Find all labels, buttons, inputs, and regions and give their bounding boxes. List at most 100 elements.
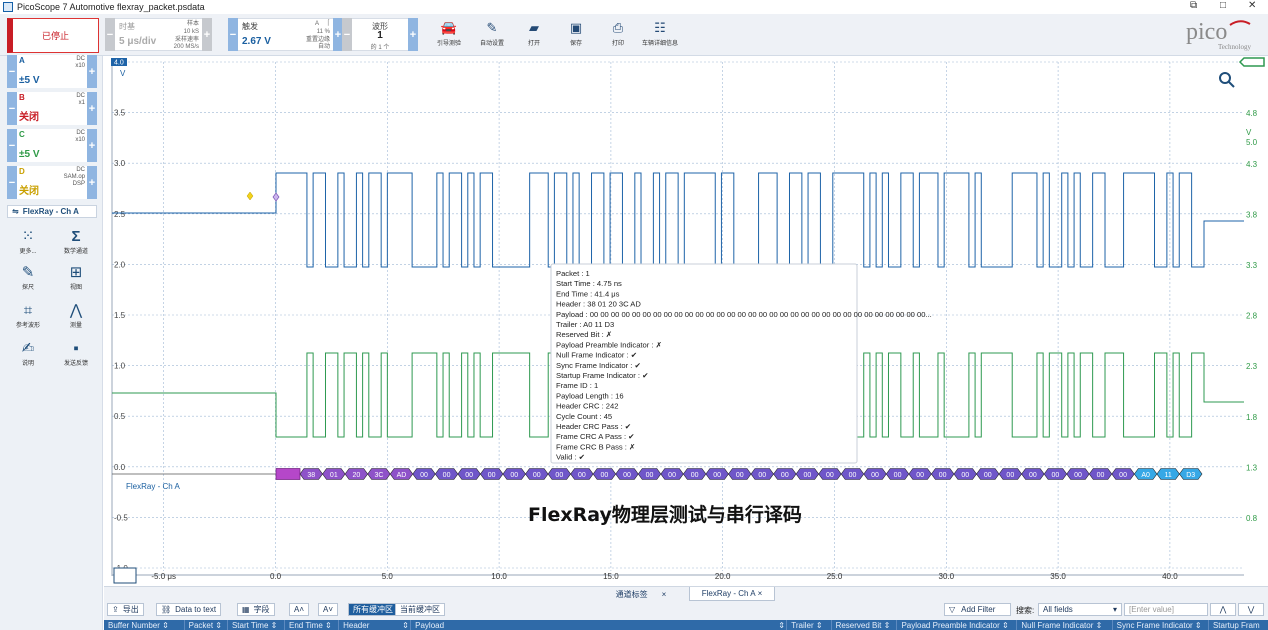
decode-byte[interactable]: 01 xyxy=(322,468,346,480)
decode-byte[interactable]: 00 xyxy=(863,468,887,480)
search-field-select[interactable]: All fields ▾ xyxy=(1038,603,1122,616)
column-header-sort-icon[interactable]: ⇕ xyxy=(398,620,412,630)
decode-byte[interactable]: 00 xyxy=(615,468,639,480)
decode-byte[interactable]: 00 xyxy=(434,468,459,480)
math-channels-button[interactable]: Σ 数学通道 xyxy=(56,228,96,255)
search-up-button[interactable]: ⋀ xyxy=(1210,603,1236,616)
decode-byte[interactable]: 38 xyxy=(299,468,323,480)
decode-byte[interactable]: 00 xyxy=(502,468,526,480)
channel-b-minus-button[interactable]: − xyxy=(7,92,17,125)
column-buffer-number[interactable]: Buffer Number ⇕ xyxy=(104,620,185,630)
decode-byte[interactable]: 00 xyxy=(953,468,977,480)
channel-a-plus-button[interactable]: + xyxy=(87,55,97,88)
column-null-frame[interactable]: Null Frame Indicator ⇕ xyxy=(1017,620,1113,630)
column-trailer[interactable]: Trailer ⇕ xyxy=(787,620,832,630)
search-down-button[interactable]: ⋁ xyxy=(1238,603,1264,616)
column-payload-sort-icon[interactable]: ⇕ xyxy=(774,620,788,630)
close-tab-icon[interactable]: × xyxy=(758,589,763,598)
decode-byte[interactable]: 00 xyxy=(412,468,436,480)
reference-waveform-button[interactable]: ⌗ 参考波形 xyxy=(8,302,48,329)
more-button[interactable]: ⁙ 更多... xyxy=(8,228,48,255)
font-decrease-button[interactable]: A˅ xyxy=(318,603,339,616)
fields-button[interactable]: ▦ 字段 xyxy=(237,603,275,616)
zoom-icon[interactable] xyxy=(1219,72,1235,88)
decode-byte[interactable]: 00 xyxy=(1021,468,1045,480)
add-filter-button[interactable]: ▽ Add Filter xyxy=(944,603,1011,616)
autosetup-button[interactable]: ✎ 自动设置 xyxy=(474,18,510,47)
vehicle-details-button[interactable]: ☷ 车辆详细信息 xyxy=(642,18,678,47)
decode-byte[interactable]: 00 xyxy=(976,468,1000,480)
view-button[interactable]: ⊞ 视图 xyxy=(56,264,96,291)
decode-byte[interactable]: 00 xyxy=(705,468,729,480)
column-reserved-bit[interactable]: Reserved Bit ⇕ xyxy=(832,620,898,630)
timebase-minus-button[interactable]: − xyxy=(105,18,115,51)
current-buffer-button[interactable]: 当前缓冲区 xyxy=(395,603,445,616)
column-startup-frame[interactable]: Startup Fram xyxy=(1209,620,1268,630)
channel-c-scale-tag[interactable] xyxy=(1238,57,1265,67)
trigger-value[interactable]: 2.67 V xyxy=(242,36,271,47)
font-increase-button[interactable]: A˄ xyxy=(289,603,310,616)
channel-b-plus-button[interactable]: + xyxy=(87,92,97,125)
decode-byte[interactable]: 00 xyxy=(908,468,932,480)
decode-byte[interactable]: 00 xyxy=(525,468,549,480)
trigger-minus-button[interactable]: − xyxy=(228,18,238,51)
decode-byte[interactable]: 00 xyxy=(795,468,820,480)
maximize-button[interactable]: □ xyxy=(1220,0,1226,11)
print-button[interactable]: ⎙ 打印 xyxy=(600,18,636,47)
waveform-value[interactable]: 1 xyxy=(352,30,408,41)
column-packet[interactable]: Packet ⇕ xyxy=(185,620,228,630)
notes-button[interactable]: ✍ 说明 xyxy=(8,340,48,367)
decode-byte[interactable]: 00 xyxy=(660,468,684,480)
decoder-channel-label[interactable]: ⇋ FlexRay - Ch A xyxy=(7,205,97,218)
timebase-plus-button[interactable]: + xyxy=(202,18,212,51)
decode-byte[interactable]: 00 xyxy=(1066,468,1090,480)
channel-a-minus-button[interactable]: − xyxy=(7,55,17,88)
channel-c-range[interactable]: ±5 V xyxy=(19,149,40,160)
data-to-text-button[interactable]: ⛓ Data to text xyxy=(156,603,222,616)
export-button[interactable]: ⇪ 导出 xyxy=(107,603,144,616)
decode-byte[interactable]: 00 xyxy=(547,468,571,480)
decode-byte[interactable]: 00 xyxy=(728,468,752,480)
decode-byte[interactable]: D3 xyxy=(1179,468,1203,480)
decode-byte[interactable]: 00 xyxy=(750,468,774,480)
column-start-time[interactable]: Start Time ⇕ xyxy=(228,620,285,630)
column-header[interactable]: Header xyxy=(339,620,398,630)
decode-byte[interactable]: 00 xyxy=(1111,468,1135,480)
guided-test-button[interactable]: 🚘 引导测验 xyxy=(431,18,467,47)
decode-byte[interactable]: 00 xyxy=(818,468,842,480)
channel-d-range[interactable]: 关闭 xyxy=(19,182,39,197)
column-end-time[interactable]: End Time ⇕ xyxy=(285,620,340,630)
restore-button[interactable]: ⧉ xyxy=(1190,0,1197,11)
column-sync-frame[interactable]: Sync Frame Indicator ⇕ xyxy=(1113,620,1209,630)
column-payload-preamble[interactable]: Payload Preamble Indicator ⇕ xyxy=(897,620,1018,630)
decode-byte[interactable]: 00 xyxy=(998,468,1022,480)
decode-byte[interactable]: 00 xyxy=(1043,468,1068,480)
channel-a-control[interactable]: − A DC x10 ±5 V + xyxy=(7,55,97,88)
channel-c-control[interactable]: − C DC x10 ±5 V + xyxy=(7,129,97,162)
tab-channel-labels[interactable]: 通道标签 × xyxy=(599,587,683,601)
decode-byte[interactable]: 00 xyxy=(885,468,910,480)
decode-byte[interactable]: 00 xyxy=(931,468,955,480)
decode-byte[interactable]: 11 xyxy=(1156,468,1180,480)
channel-a-range[interactable]: ±5 V xyxy=(19,75,40,86)
decode-byte[interactable]: 20 xyxy=(344,468,369,480)
waveform-minus-button[interactable]: − xyxy=(342,18,352,51)
waveform-plus-button[interactable]: + xyxy=(408,18,418,51)
channel-d-minus-button[interactable]: − xyxy=(7,166,17,199)
measure-button[interactable]: ⋀ 测量 xyxy=(56,302,96,329)
channel-b-control[interactable]: − B DC x1 关闭 + xyxy=(7,92,97,125)
decode-byte[interactable]: A0 xyxy=(1133,468,1158,480)
decode-byte[interactable]: 00 xyxy=(480,468,504,480)
feedback-button[interactable]: ▪ 发送反馈 xyxy=(56,340,96,367)
search-value-input[interactable]: [Enter value] xyxy=(1124,603,1208,616)
decode-byte[interactable]: 00 xyxy=(592,468,617,480)
channel-b-range[interactable]: 关闭 xyxy=(19,108,39,123)
save-button[interactable]: ▣ 保存 xyxy=(558,18,594,47)
decode-byte[interactable]: AD xyxy=(389,468,414,480)
close-tab-icon[interactable]: × xyxy=(662,590,667,599)
stop-button[interactable]: 已停止 xyxy=(7,18,99,53)
channel-d-plus-button[interactable]: + xyxy=(87,166,97,199)
all-buffers-button[interactable]: 所有缓冲区 xyxy=(348,603,398,616)
scope-graph[interactable]: 3.53.02.52.01.51.00.50.0-0.5-1.0 4.84.33… xyxy=(104,56,1268,586)
channel-d-control[interactable]: − D DC SAM.op DSP 关闭 + xyxy=(7,166,97,199)
